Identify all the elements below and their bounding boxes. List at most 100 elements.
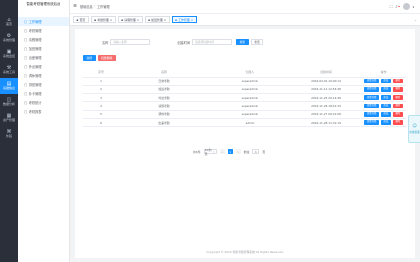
breadcrumb: 基础信息 / 工作管理 — [80, 4, 110, 9]
edit-button[interactable]: 修改 — [380, 112, 392, 117]
tab[interactable]: ▪ 工作管理 × — [171, 16, 197, 23]
close-icon[interactable]: × — [164, 18, 166, 22]
sidebar-item[interactable]: ▢ 请假管理 — [18, 35, 69, 44]
rail-item[interactable]: ⚒ 系统工具 — [0, 62, 18, 78]
cell-name: 出差考勤 — [119, 118, 209, 128]
view-detail-button[interactable]: 查看详情 — [364, 78, 380, 84]
view-detail-button[interactable]: 查看详情 — [364, 120, 380, 125]
batch-delete-button[interactable]: 批量删除 — [97, 55, 116, 61]
rail-item-label: 数据分析 — [2, 101, 15, 106]
footer-copyright: Copyright © 2024 智能考勤管理系统 All Rights Res… — [206, 250, 284, 254]
view-detail-button[interactable]: 查看详情 — [364, 87, 380, 92]
page-size-select[interactable]: 10条/页 ▾ — [203, 148, 217, 156]
breadcrumb-item[interactable]: 基础信息 — [80, 4, 93, 9]
customer-service-widget[interactable]: ☺ 在线客服 — [408, 115, 420, 143]
view-detail-button[interactable]: 查看详情 — [364, 103, 380, 109]
notification-dot — [398, 5, 400, 8]
add-button[interactable]: 新增 — [83, 55, 96, 61]
jump-input[interactable]: 1 — [252, 149, 260, 154]
close-icon[interactable]: × — [191, 18, 193, 22]
rail-item[interactable]: ⚙ 系统管理 — [0, 30, 18, 46]
cell-time: 2024-04-01 10:00:14 — [291, 77, 361, 86]
tab[interactable]: ▪ 请假管理 × — [117, 16, 143, 23]
tab[interactable]: ▪ 加班管理 × — [144, 16, 170, 23]
fullscreen-icon[interactable]: ⛶ — [390, 5, 393, 9]
delete-button[interactable]: 删除 — [392, 112, 403, 117]
sidebar-item[interactable]: ▢ 考勤管理 — [18, 26, 69, 35]
sidebar: 智能考勤管理系统后台 ▢ 工作管理 ▢ 考勤管理 ▢ 请假管理 ▢ 加班管理 ▢ 出差管理 ▢ 外出管… — [18, 0, 70, 262]
sidebar-item[interactable]: ▢ 补卡管理 — [18, 89, 69, 98]
edit-button[interactable]: 修改 — [380, 120, 392, 125]
delete-button[interactable]: 删除 — [392, 120, 403, 125]
cell-creator: superadmin — [209, 101, 291, 111]
reset-button[interactable]: 重置 — [250, 39, 264, 45]
chevron-down-icon[interactable]: ▾ — [413, 5, 414, 9]
cell-name: 请假考勤 — [119, 101, 209, 111]
rail-item[interactable]: ▣ 系统监控 — [0, 46, 18, 62]
tab[interactable]: ▪ 考勤管理 × — [90, 16, 116, 23]
cell-name: 加班考勤 — [119, 85, 209, 95]
sidebar-item[interactable]: ▢ 考勤统计 — [18, 98, 69, 107]
avatar[interactable] — [402, 3, 410, 10]
tab-icon: ▪ — [76, 17, 79, 22]
rail-item[interactable]: ⌂ 首页 — [0, 14, 18, 30]
rail-item[interactable]: ⌘ 外链 — [0, 126, 18, 142]
breadcrumb-item: 工作管理 — [96, 5, 110, 9]
cell-ops: 查看详情 修改 删除 — [361, 93, 406, 103]
prev-page-button[interactable]: ‹ — [219, 149, 225, 154]
sidebar-item[interactable]: ▢ 工作管理 — [18, 17, 69, 26]
menu-collapse-icon[interactable]: ≡ — [70, 4, 80, 9]
rail-item-label: 系统监控 — [2, 53, 15, 58]
sidebar-item[interactable]: ▢ 调休管理 — [18, 71, 69, 80]
view-detail-button[interactable]: 查看详情 — [364, 112, 380, 117]
edit-button[interactable]: 修改 — [380, 103, 392, 109]
search-button[interactable]: 搜索 — [236, 39, 249, 45]
delete-button[interactable]: 删除 — [392, 103, 403, 109]
page-number[interactable]: 1 — [227, 149, 233, 154]
sidebar-item[interactable]: ▢ 排班管理 — [18, 80, 69, 89]
table-row: 2 加班考勤 superadmin 2024-11-11 12:54:48 查看详情 修改… — [83, 85, 406, 95]
table-row: 4 请假考勤 superadmin 2024-11-26 18:41:34 查看详情 修改… — [83, 101, 406, 111]
next-page-button[interactable]: › — [235, 149, 241, 154]
rail-item[interactable]: ◫ 数据分析 — [0, 94, 18, 110]
tab-label: 请假管理 — [124, 17, 136, 22]
cell-ops: 查看详情 修改 删除 — [361, 110, 406, 120]
cell-ops: 查看详情 修改 删除 — [361, 77, 406, 86]
tabs-menu-icon[interactable]: ⌄ — [414, 18, 420, 22]
sidebar-item-label: 工作管理 — [28, 20, 42, 24]
close-icon[interactable]: × — [137, 18, 139, 22]
sidebar-item[interactable]: ▢ 加班管理 — [18, 44, 69, 53]
cell-creator: superadmin — [209, 110, 291, 120]
table-row: 5 调休考勤 superadmin 2024-11-27 09:21:08 查看详情 修改… — [83, 110, 406, 120]
cell-creator: superadmin — [209, 85, 291, 95]
delete-button[interactable]: 删除 — [392, 87, 403, 92]
close-icon[interactable]: × — [110, 18, 112, 22]
edit-button[interactable]: 修改 — [380, 78, 392, 84]
edit-button[interactable]: 修改 — [380, 87, 392, 92]
sidebar-item[interactable]: ▢ 外出管理 — [18, 62, 69, 71]
rail-item-label: 基础信息 — [2, 85, 15, 90]
delete-button[interactable]: 删除 — [392, 95, 403, 100]
tab[interactable]: ▪ 首页 — [73, 16, 89, 23]
column-header: 操作 — [361, 67, 406, 78]
document-icon: ▢ — [24, 37, 28, 42]
time-picker[interactable]: 请选择创建时间 — [192, 38, 233, 46]
cell-creator: superadmin — [209, 77, 291, 86]
jump-suffix: 页 — [262, 149, 266, 154]
rail-item[interactable]: ▤ 基础信息 — [0, 78, 18, 94]
name-input[interactable]: 请输入名称 — [110, 38, 151, 46]
cell-ops: 查看详情 修改 删除 — [361, 85, 406, 95]
rail-item-label: 首页 — [5, 21, 12, 26]
sidebar-item[interactable]: ▢ 出差管理 — [18, 53, 69, 62]
edit-button[interactable]: 修改 — [380, 95, 392, 100]
customer-service-label: 在线客服 — [409, 131, 420, 134]
app-brand: 智能考勤管理系统后台 — [26, 2, 61, 6]
cell-no: 6 — [83, 118, 119, 128]
chat-icon: ☺ — [412, 124, 417, 129]
view-detail-button[interactable]: 查看详情 — [364, 95, 380, 100]
sidebar-item[interactable]: ▢ 考勤报表 — [18, 107, 69, 116]
delete-button[interactable]: 删除 — [392, 78, 403, 84]
document-icon: ▢ — [24, 19, 28, 24]
rail-item[interactable]: ▦ 资产管理 — [0, 110, 18, 126]
document-icon: ▢ — [24, 64, 28, 69]
